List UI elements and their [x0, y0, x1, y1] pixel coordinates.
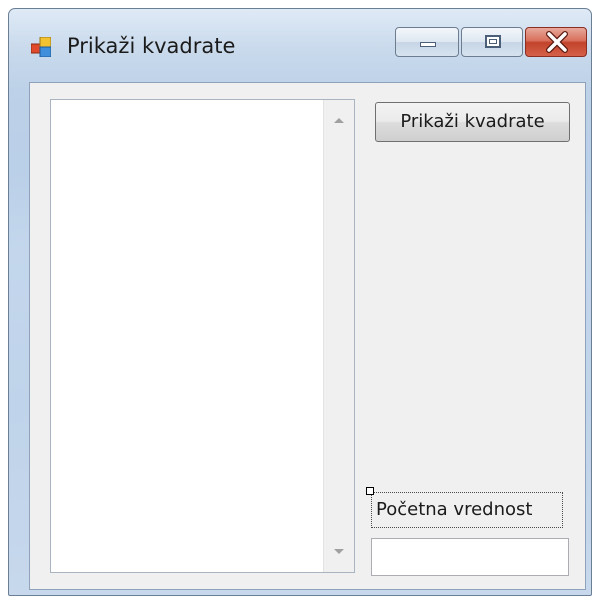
minimize-icon	[420, 42, 436, 47]
scroll-up-button[interactable]	[324, 106, 354, 136]
maximize-icon	[485, 35, 501, 48]
maximize-button[interactable]	[461, 27, 523, 57]
start-value-label-text: Početna vrednost	[376, 499, 533, 520]
start-value-label: Početna vrednost	[366, 487, 563, 528]
close-button[interactable]	[525, 27, 587, 57]
app-window-icon[interactable]	[30, 36, 52, 58]
minimize-button[interactable]	[395, 27, 459, 57]
listbox-vertical-scrollbar[interactable]	[323, 100, 354, 572]
window: Prikaži kvadrate Prikaži kvadrate Početn…	[8, 8, 592, 596]
scroll-down-button[interactable]	[324, 538, 354, 568]
window-title: Prikaži kvadrate	[67, 34, 236, 58]
selection-handle[interactable]	[366, 487, 374, 495]
close-icon	[544, 31, 570, 53]
squares-listbox[interactable]	[50, 99, 355, 573]
show-squares-button[interactable]: Prikaži kvadrate	[375, 102, 570, 142]
title-bar[interactable]: Prikaži kvadrate	[9, 9, 591, 81]
scroll-up-arrow-icon	[334, 118, 344, 123]
form-client-area: Prikaži kvadrate Početna vrednost	[29, 82, 586, 590]
scroll-down-arrow-icon	[334, 549, 344, 554]
start-value-input[interactable]	[371, 538, 569, 576]
